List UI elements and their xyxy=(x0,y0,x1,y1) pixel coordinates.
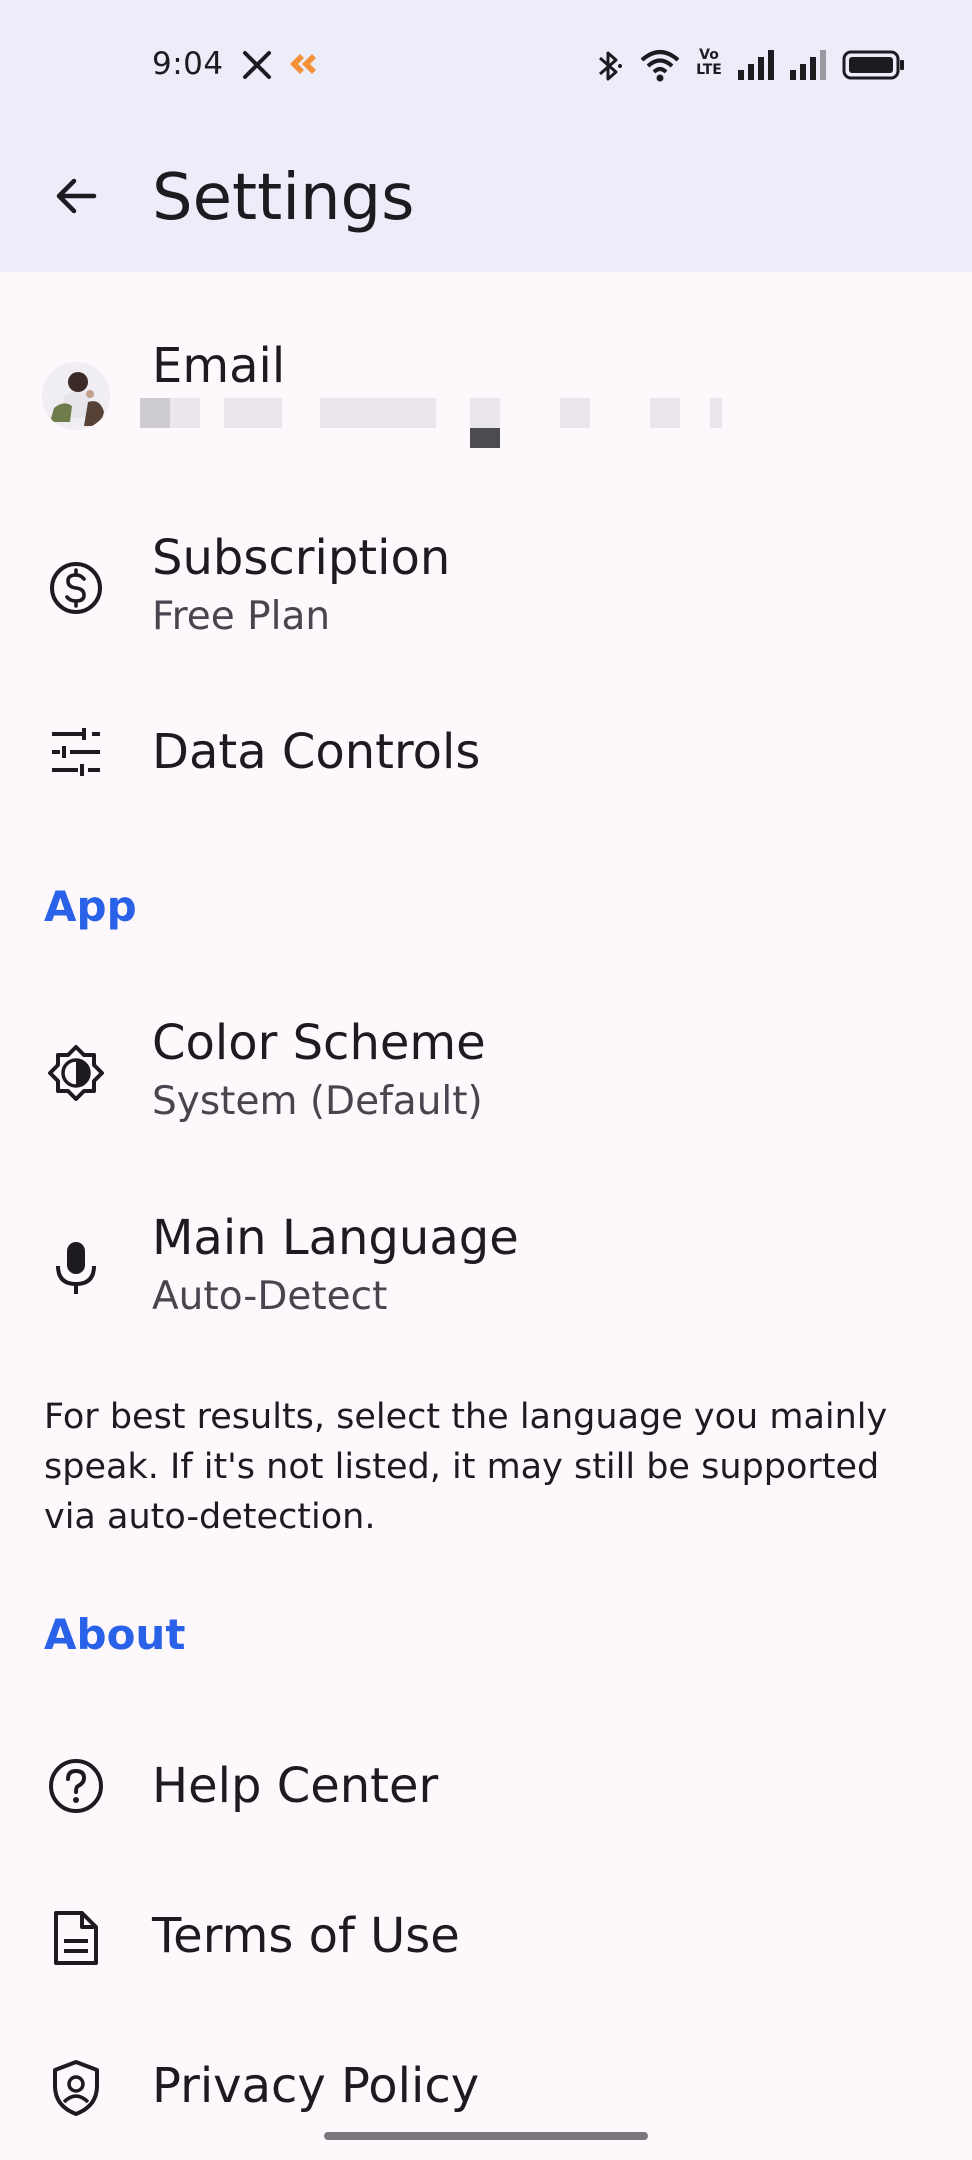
avatar xyxy=(42,362,110,430)
microphone-icon xyxy=(44,1236,108,1300)
battery-icon xyxy=(842,50,906,84)
help-circle-icon xyxy=(44,1754,108,1818)
status-time: 9:04 xyxy=(152,46,224,82)
main-language-title: Main Language xyxy=(152,1210,519,1266)
main-language-value: Auto-Detect xyxy=(152,1274,388,1319)
wifi-icon xyxy=(640,48,680,86)
arrow-back-icon xyxy=(52,172,100,224)
subscription-value: Free Plan xyxy=(152,594,331,639)
tune-sliders-icon xyxy=(44,720,108,784)
page-title: Settings xyxy=(152,161,415,235)
subscription-title: Subscription xyxy=(152,530,451,586)
help-center-row[interactable]: Help Center xyxy=(0,1722,972,1852)
terms-of-use-row[interactable]: Terms of Use xyxy=(0,1872,972,2002)
home-indicator[interactable] xyxy=(324,2132,648,2140)
language-helper-text: For best results, select the language yo… xyxy=(44,1397,888,1537)
signal-icon xyxy=(790,50,830,84)
x-app-icon xyxy=(242,50,272,84)
settings-screen: 9:04 Vo LTE Settings Email Subscription … xyxy=(0,0,972,2160)
status-bar: 9:04 Vo LTE xyxy=(0,0,972,130)
color-scheme-value: System (Default) xyxy=(152,1079,483,1124)
data-controls-row[interactable]: Data Controls xyxy=(0,692,972,812)
orange-app-icon xyxy=(286,50,320,84)
signal-icon xyxy=(738,50,778,84)
email-label: Email xyxy=(152,338,286,394)
color-scheme-row[interactable]: Color Scheme System (Default) xyxy=(0,997,972,1152)
subscription-row[interactable]: Subscription Free Plan xyxy=(0,512,972,667)
data-controls-title: Data Controls xyxy=(152,724,481,780)
terms-of-use-title: Terms of Use xyxy=(152,1908,460,1964)
volte-icon: Vo LTE xyxy=(696,47,722,78)
help-center-title: Help Center xyxy=(152,1758,439,1814)
section-header-app: App xyxy=(44,882,137,931)
bluetooth-icon xyxy=(594,48,624,88)
app-bar: Settings xyxy=(0,140,972,272)
section-header-about: About xyxy=(44,1610,186,1659)
back-button[interactable] xyxy=(40,162,112,234)
brightness-icon xyxy=(44,1041,108,1105)
document-icon xyxy=(44,1906,108,1970)
main-language-row[interactable]: Main Language Auto-Detect xyxy=(0,1192,972,1347)
privacy-policy-title: Privacy Policy xyxy=(152,2058,480,2114)
account-email-row[interactable]: Email xyxy=(0,322,972,472)
color-scheme-title: Color Scheme xyxy=(152,1015,486,1071)
email-value-redacted xyxy=(140,398,740,448)
dollar-circle-icon xyxy=(44,556,108,620)
shield-icon xyxy=(44,2056,108,2120)
